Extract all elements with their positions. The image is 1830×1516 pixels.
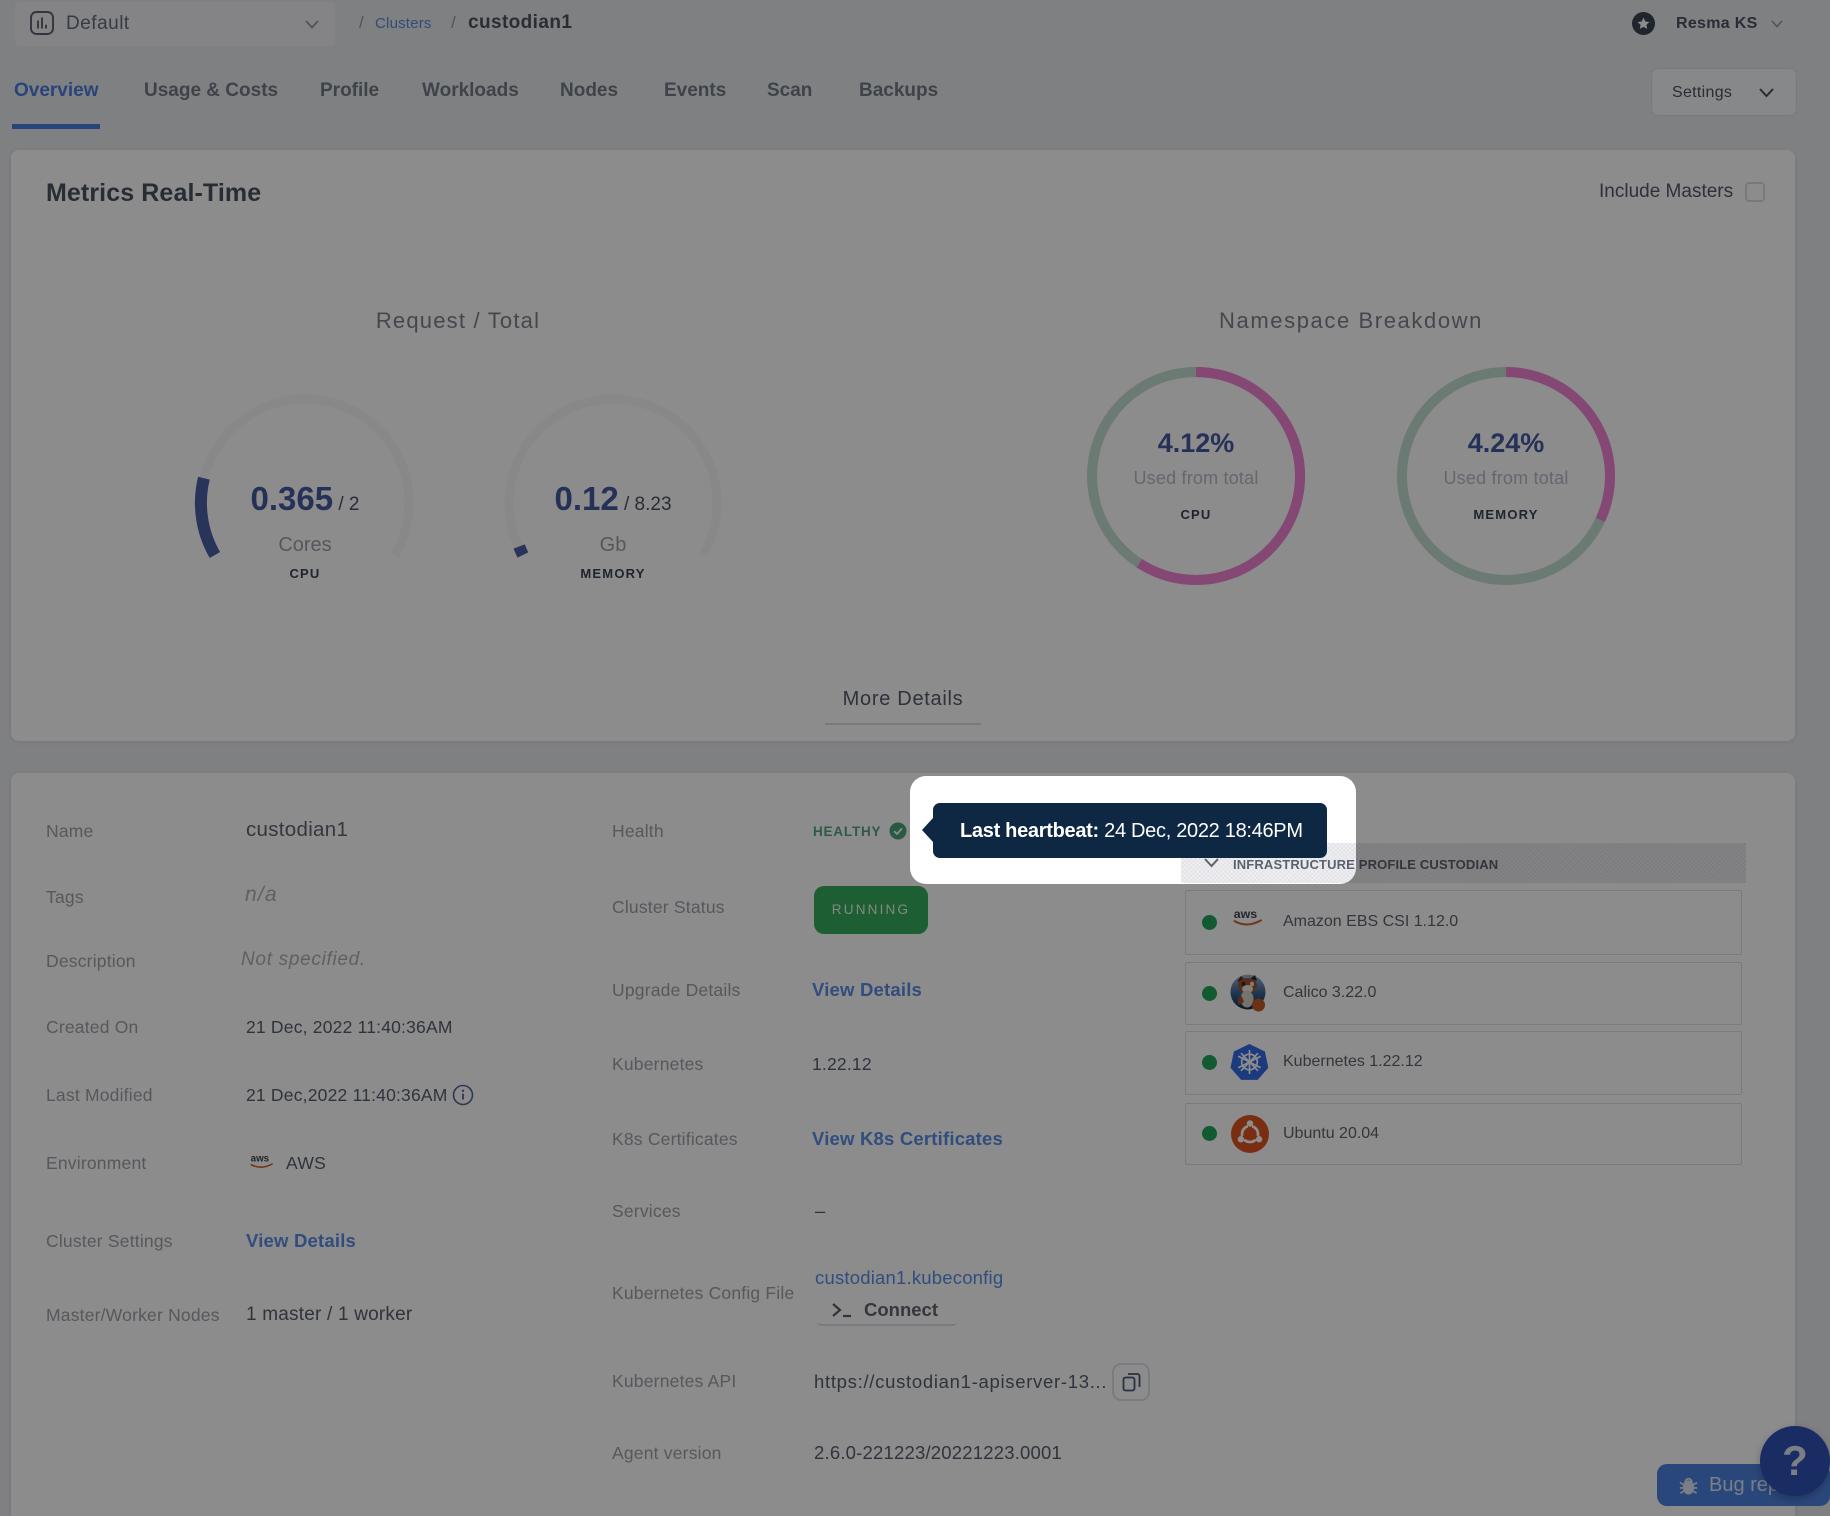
svg-text:aws: aws [251, 1154, 270, 1165]
svg-text:aws: aws [1234, 907, 1258, 921]
